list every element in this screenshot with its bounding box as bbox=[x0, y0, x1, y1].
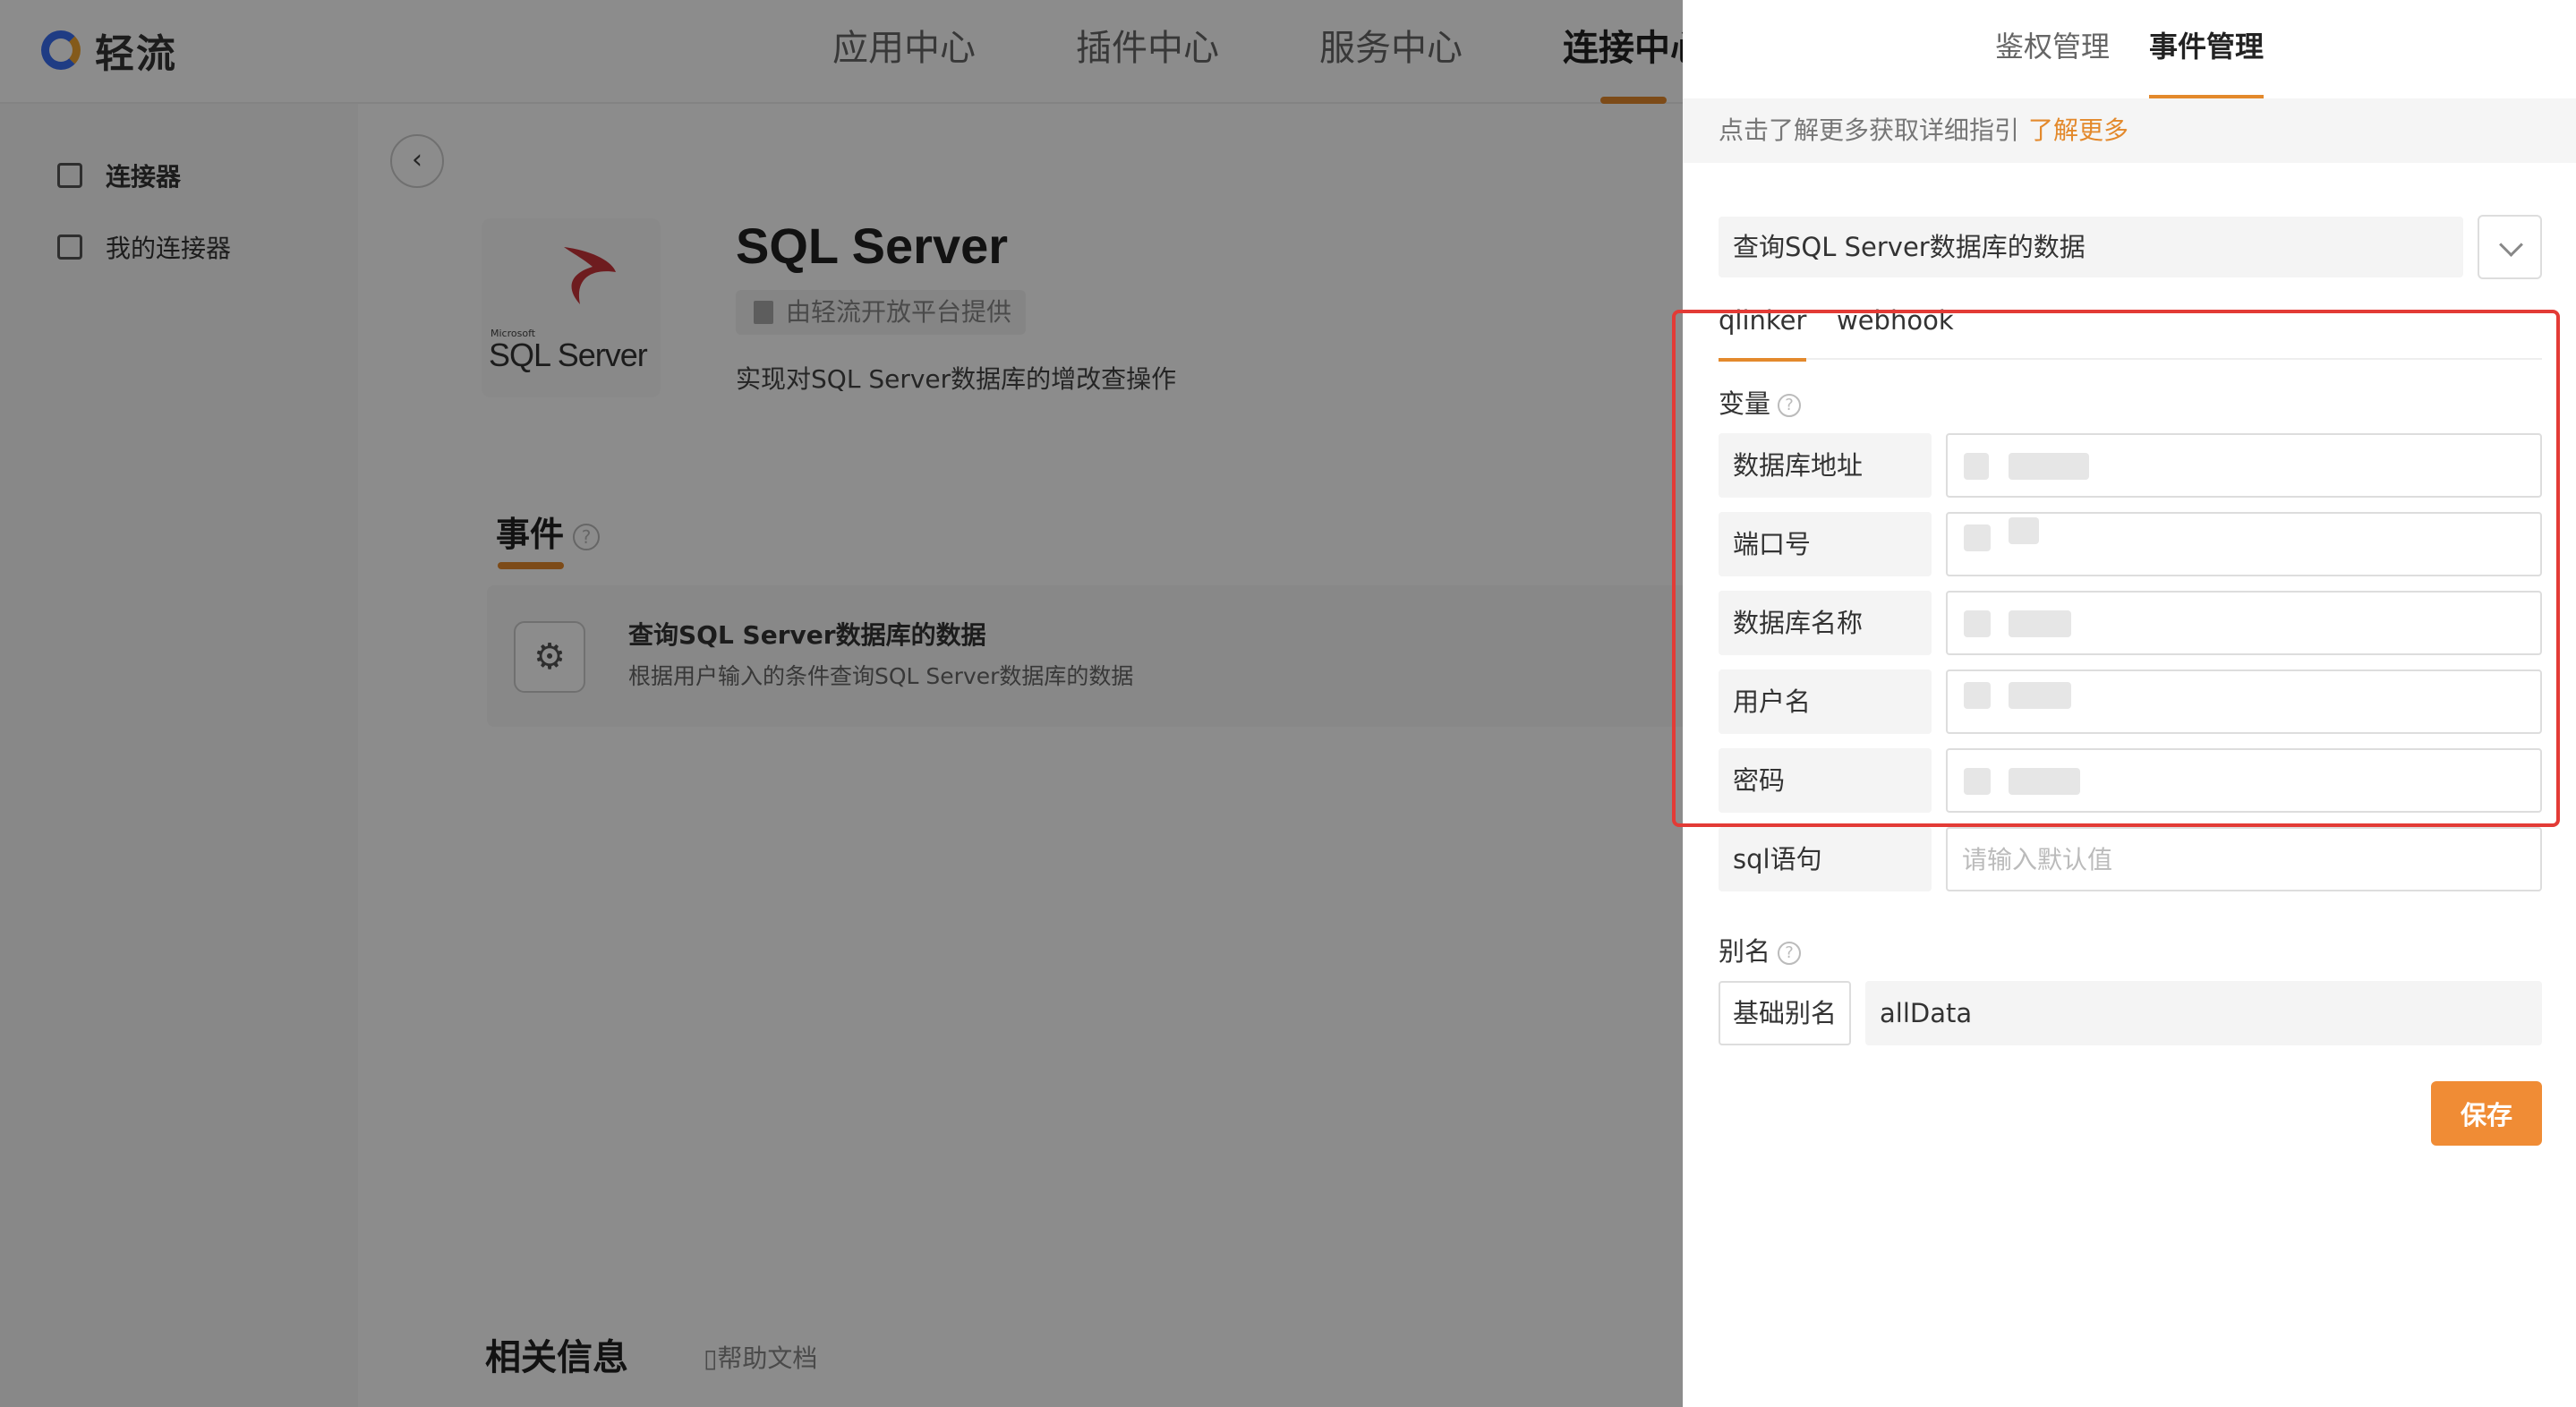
alias-input[interactable] bbox=[1865, 981, 2542, 1045]
modal-overlay[interactable] bbox=[0, 0, 1683, 1407]
variables-label: 变量? bbox=[1719, 383, 1802, 421]
variable-row: 用户名 bbox=[1719, 669, 2542, 734]
alias-label: 别名? bbox=[1719, 931, 1802, 968]
save-button[interactable]: 保存 bbox=[2431, 1081, 2542, 1146]
learn-more-link[interactable]: 了解更多 bbox=[2028, 115, 2128, 145]
variable-row: 密码 bbox=[1719, 748, 2542, 813]
drawer-tabs: 鉴权管理 事件管理 bbox=[1683, 0, 2576, 98]
variable-row: 数据库地址 bbox=[1719, 433, 2542, 498]
subtab-webhook[interactable]: webhook bbox=[1837, 301, 1954, 360]
variable-name: 数据库地址 bbox=[1719, 433, 1932, 498]
variable-name: sql语句 bbox=[1719, 827, 1932, 891]
variables-label-text: 变量 bbox=[1719, 388, 1771, 419]
redacted-value bbox=[2009, 453, 2089, 480]
redacted-value bbox=[1964, 524, 1991, 551]
help-icon[interactable]: ? bbox=[1778, 394, 1802, 417]
redacted-value bbox=[2009, 682, 2071, 709]
chevron-down-icon[interactable] bbox=[2478, 215, 2542, 279]
tab-event-management[interactable]: 事件管理 bbox=[2149, 0, 2265, 98]
variable-row: 端口号 bbox=[1719, 512, 2542, 576]
variable-row: sql语句 bbox=[1719, 827, 2542, 891]
subtab-qlinker[interactable]: qlinker bbox=[1719, 301, 1807, 362]
sql-statement-input[interactable] bbox=[1946, 827, 2542, 891]
variable-name: 密码 bbox=[1719, 748, 1932, 813]
redacted-value bbox=[2009, 610, 2071, 637]
alias-type-tag: 基础别名 bbox=[1719, 981, 1851, 1045]
help-icon[interactable]: ? bbox=[1778, 942, 1802, 965]
hint-text: 点击了解更多获取详细指引 bbox=[1719, 115, 2020, 145]
variable-name: 数据库名称 bbox=[1719, 591, 1932, 655]
trigger-subtabs: qlinker webhook bbox=[1719, 301, 2542, 362]
hint-bar: 点击了解更多获取详细指引 了解更多 bbox=[1683, 98, 2576, 163]
tab-auth-management[interactable]: 鉴权管理 bbox=[1995, 0, 2110, 98]
redacted-value bbox=[1964, 453, 1989, 480]
event-select[interactable]: 查询SQL Server数据库的数据 bbox=[1719, 217, 2463, 277]
redacted-value bbox=[2009, 768, 2080, 795]
redacted-value bbox=[1964, 682, 1991, 709]
variable-name: 用户名 bbox=[1719, 669, 1932, 734]
redacted-value bbox=[1964, 610, 1991, 637]
redacted-value bbox=[1964, 768, 1991, 795]
redacted-value bbox=[2009, 517, 2039, 544]
variable-row: 数据库名称 bbox=[1719, 591, 2542, 655]
variable-name: 端口号 bbox=[1719, 512, 1932, 576]
alias-label-text: 别名 bbox=[1719, 936, 1771, 967]
event-drawer: 鉴权管理 事件管理 点击了解更多获取详细指引 了解更多 查询SQL Server数… bbox=[1683, 0, 2576, 1407]
